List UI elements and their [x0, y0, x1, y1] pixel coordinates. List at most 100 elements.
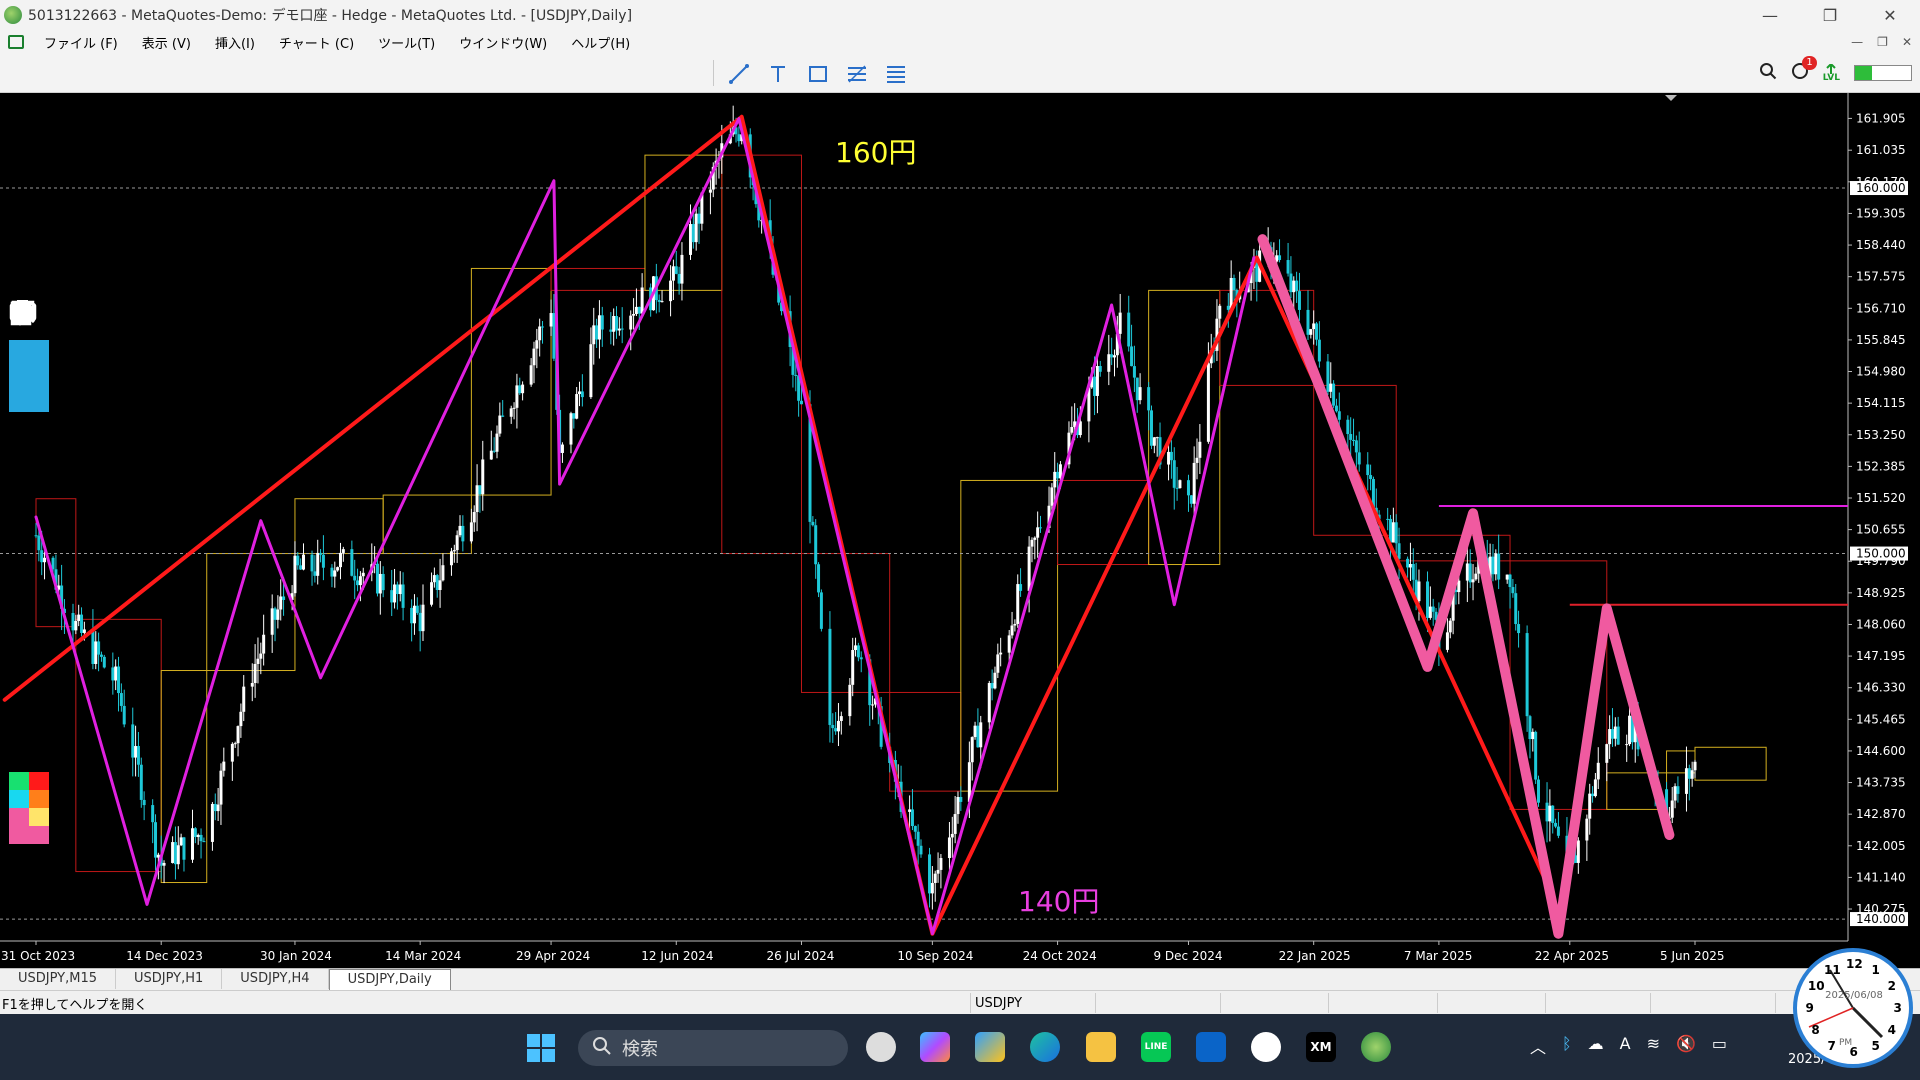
- dot-icon[interactable]: [9, 301, 49, 592]
- eraser-icon[interactable]: [9, 300, 49, 484]
- mdi-restore-button[interactable]: ❐: [1877, 35, 1888, 49]
- battery-icon[interactable]: ▭: [1712, 1034, 1727, 1058]
- taskbar-search[interactable]: 検索: [578, 1030, 848, 1066]
- candle-body: [401, 584, 405, 608]
- rectangle-icon[interactable]: [806, 62, 830, 86]
- candle-body: [871, 704, 875, 706]
- line-icon[interactable]: [9, 300, 49, 520]
- outlook-app-icon[interactable]: [1196, 1032, 1226, 1062]
- copilot-app-icon[interactable]: [920, 1032, 950, 1062]
- fibonacci-icon[interactable]: [845, 62, 869, 86]
- analog-clock-widget[interactable]: 12 1 2 3 4 5 6 7 8 9 10 11 2025/06/08 PM: [1793, 948, 1913, 1068]
- mt5-app-icon[interactable]: [1361, 1032, 1391, 1062]
- pen-app-icon[interactable]: [1251, 1032, 1281, 1062]
- status-divider: [1095, 993, 1096, 1013]
- price-chart[interactable]: 161.905161.035160.170159.305158.440157.5…: [0, 93, 1920, 968]
- hide-icon[interactable]: [9, 301, 49, 448]
- candle-body: [1317, 339, 1321, 362]
- color-swatch[interactable]: [29, 790, 49, 808]
- candle-body: [481, 459, 485, 495]
- candle-body: [549, 313, 553, 327]
- chart-area[interactable]: 161.905161.035160.170159.305158.440157.5…: [0, 93, 1920, 968]
- maximize-button[interactable]: ❐: [1800, 0, 1860, 30]
- color-swatch[interactable]: [29, 826, 49, 844]
- connection-bar: [1854, 65, 1912, 81]
- color-swatches[interactable]: [9, 772, 49, 844]
- volume-muted-icon[interactable]: 🔇: [1676, 1034, 1696, 1058]
- chevron-up-icon[interactable]: ︿: [1530, 1034, 1546, 1058]
- menu-help[interactable]: ヘルプ(H): [559, 33, 642, 52]
- menu-chart[interactable]: チャート (C): [267, 33, 366, 52]
- date-tick-label: 22 Jan 2025: [1279, 949, 1351, 963]
- store-app-icon[interactable]: [975, 1032, 1005, 1062]
- xm-app-icon[interactable]: XM: [1306, 1032, 1336, 1062]
- stamp-icon[interactable]: [9, 300, 49, 700]
- candle-body: [1394, 522, 1398, 544]
- ime-icon[interactable]: A: [1620, 1034, 1631, 1058]
- menu-insert[interactable]: 挿入(I): [203, 33, 267, 52]
- color-swatch[interactable]: [9, 826, 29, 844]
- mdi-minimize-button[interactable]: —: [1851, 35, 1863, 49]
- candle-body: [1670, 800, 1674, 818]
- eye-icon[interactable]: [9, 299, 49, 376]
- minimize-button[interactable]: —: [1740, 0, 1800, 30]
- candle-body: [529, 365, 533, 385]
- tab-usdjpy-daily[interactable]: USDJPY,Daily: [328, 969, 451, 990]
- close-button[interactable]: ✕: [1860, 0, 1920, 30]
- date-tick-label: 10 Sep 2024: [897, 949, 973, 963]
- trash-icon[interactable]: [9, 301, 49, 664]
- candle-body: [449, 551, 453, 566]
- toolbar: 1 LVL: [0, 54, 1920, 93]
- search-icon[interactable]: [1759, 62, 1777, 85]
- price-tick-label: 156.710: [1856, 301, 1906, 315]
- color-swatch[interactable]: [29, 772, 49, 790]
- chart-tabs: USDJPY,M15 USDJPY,H1 USDJPY,H4 USDJPY,Da…: [0, 968, 1920, 991]
- camera-icon[interactable]: [9, 300, 49, 736]
- undo-icon[interactable]: [9, 303, 49, 628]
- color-swatch[interactable]: [9, 772, 29, 790]
- trendline-icon[interactable]: [727, 62, 751, 86]
- clipboard-icon[interactable]: [9, 300, 49, 772]
- menu-tools[interactable]: ツール(T): [366, 33, 447, 52]
- candle-body: [162, 862, 166, 866]
- line-app-icon[interactable]: LINE: [1141, 1032, 1171, 1062]
- candle-body: [1332, 383, 1336, 406]
- color-swatch[interactable]: [9, 808, 29, 826]
- price-tick-label: 142.005: [1856, 839, 1906, 853]
- channel-icon[interactable]: [884, 62, 908, 86]
- date-tick-label: 26 Jul 2024: [766, 949, 834, 963]
- clock-app-icon[interactable]: [866, 1032, 896, 1062]
- tab-usdjpy-h4[interactable]: USDJPY,H4: [222, 969, 329, 989]
- lvl-signal-icon[interactable]: LVL: [1823, 63, 1840, 83]
- tab-usdjpy-h1[interactable]: USDJPY,H1: [116, 969, 223, 989]
- notifications-icon[interactable]: 1: [1791, 56, 1817, 84]
- menu-window[interactable]: ウインドウ(W): [447, 33, 559, 52]
- chart-menu-icon[interactable]: [8, 35, 24, 49]
- menu-file[interactable]: ファイル (F): [32, 33, 130, 52]
- explorer-app-icon[interactable]: [1086, 1032, 1116, 1062]
- bluetooth-icon[interactable]: ᛒ: [1562, 1034, 1572, 1058]
- edge-app-icon[interactable]: [1030, 1032, 1060, 1062]
- candle-body: [930, 882, 934, 894]
- cloud-icon[interactable]: ☁: [1588, 1034, 1604, 1058]
- text-icon[interactable]: [766, 62, 790, 86]
- mdi-close-button[interactable]: ✕: [1902, 35, 1912, 49]
- date-tick-label: 30 Jan 2024: [260, 949, 332, 963]
- candle-body: [1036, 527, 1040, 538]
- color-swatch[interactable]: [29, 808, 49, 826]
- wifi-icon[interactable]: ≋: [1647, 1034, 1660, 1058]
- candle-body: [1309, 329, 1313, 335]
- start-button[interactable]: [527, 1034, 555, 1062]
- menu-view[interactable]: 表示 (V): [130, 33, 203, 52]
- candle-body: [1511, 587, 1515, 594]
- tab-usdjpy-m15[interactable]: USDJPY,M15: [0, 969, 116, 989]
- date-tick-label: 7 Mar 2025: [1404, 949, 1472, 963]
- candle-body: [1610, 729, 1614, 739]
- color-swatch[interactable]: [9, 790, 29, 808]
- ruler-icon[interactable]: [9, 300, 49, 556]
- status-divider: [1545, 993, 1546, 1013]
- cursor-icon[interactable]: [9, 299, 49, 412]
- monthly-box: [550, 267, 646, 291]
- candle-body: [694, 213, 698, 243]
- candle-body: [1346, 419, 1350, 435]
